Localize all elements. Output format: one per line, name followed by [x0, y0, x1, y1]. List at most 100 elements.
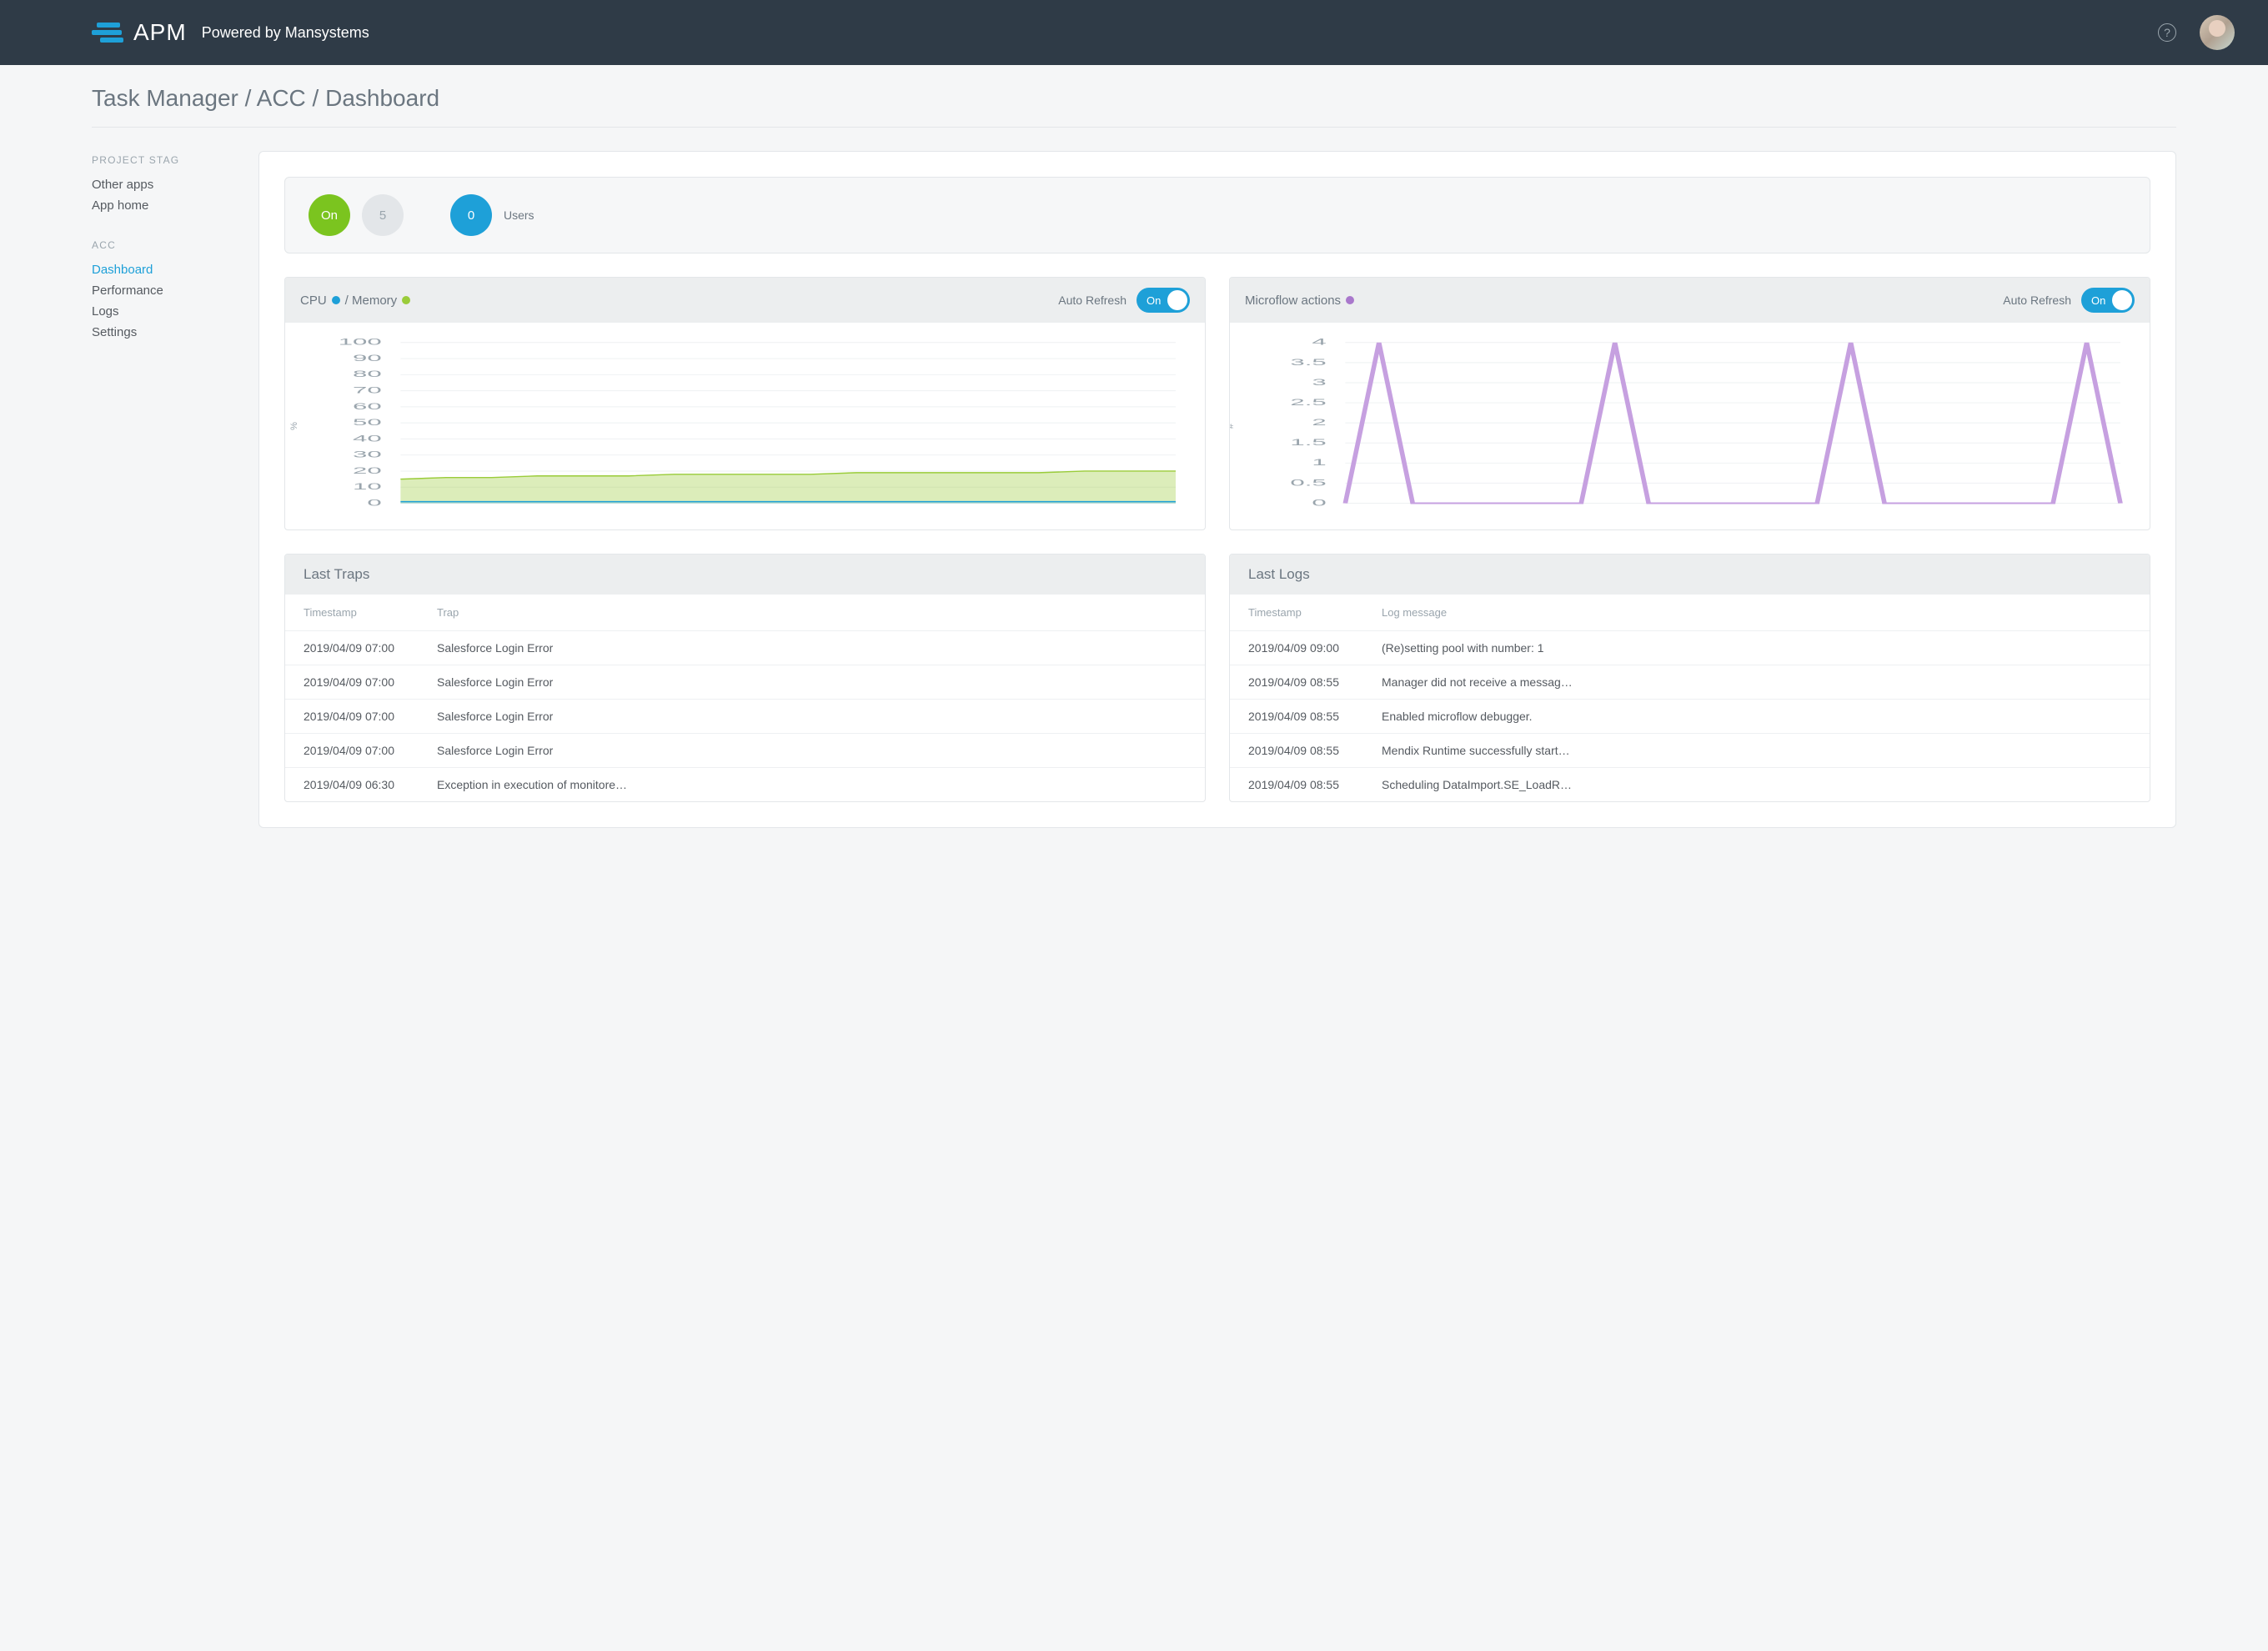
table-row[interactable]: 2019/04/09 07:00Salesforce Login Error [285, 734, 1205, 768]
microflow-chart: # 00.511.522.533.54 [1230, 323, 2150, 529]
cell-timestamp: 2019/04/09 07:00 [285, 631, 419, 665]
sidebar-item-app-home[interactable]: App home [92, 195, 225, 216]
toggle-knob-icon [2112, 290, 2132, 310]
cell-timestamp: 2019/04/09 08:55 [1230, 665, 1363, 700]
svg-text:2: 2 [1312, 417, 1326, 427]
svg-text:30: 30 [353, 449, 382, 459]
cell-timestamp: 2019/04/09 08:55 [1230, 700, 1363, 734]
svg-text:40: 40 [353, 434, 382, 444]
breadcrumb: Task Manager / ACC / Dashboard [92, 85, 2176, 128]
cell-timestamp: 2019/04/09 08:55 [1230, 734, 1363, 768]
auto-refresh-toggle[interactable]: On [1137, 288, 1190, 313]
auto-refresh-label: Auto Refresh [1058, 294, 1126, 307]
sidebar-section-title: ACC [92, 239, 225, 251]
last-logs-panel: Last Logs Timestamp Log message 2019/04/… [1229, 554, 2150, 802]
svg-text:60: 60 [353, 401, 382, 411]
table-row[interactable]: 2019/04/09 07:00Salesforce Login Error [285, 665, 1205, 700]
toggle-knob-icon [1167, 290, 1187, 310]
cell-message: Salesforce Login Error [419, 700, 1205, 734]
cell-message: Salesforce Login Error [419, 734, 1205, 768]
svg-text:3.5: 3.5 [1290, 357, 1326, 367]
microflow-dot-icon [1346, 296, 1354, 304]
svg-text:0: 0 [367, 498, 381, 508]
app-name: APM [133, 19, 187, 46]
table-row[interactable]: 2019/04/09 08:55Enabled microflow debugg… [1230, 700, 2150, 734]
column-header: Timestamp [285, 595, 419, 631]
column-header: Log message [1363, 595, 2150, 631]
sidebar-item-dashboard[interactable]: Dashboard [92, 259, 225, 280]
sidebar-item-settings[interactable]: Settings [92, 322, 225, 343]
sidebar-item-logs[interactable]: Logs [92, 301, 225, 322]
svg-text:1.5: 1.5 [1290, 438, 1326, 448]
cpu-label: CPU [300, 294, 327, 308]
sidebar-item-performance[interactable]: Performance [92, 280, 225, 301]
users-label: Users [504, 208, 534, 222]
status-count-badge: 5 [362, 194, 404, 236]
sidebar: PROJECT STAG Other appsApp home ACC Dash… [92, 151, 225, 828]
sidebar-item-other-apps[interactable]: Other apps [92, 174, 225, 195]
table-row[interactable]: 2019/04/09 08:55Manager did not receive … [1230, 665, 2150, 700]
cell-timestamp: 2019/04/09 08:55 [1230, 768, 1363, 802]
svg-text:70: 70 [353, 385, 382, 395]
y-axis-label: # [1229, 424, 1236, 429]
logo-icon [92, 23, 123, 43]
panel-title: Last Traps [285, 555, 1205, 595]
cpu-memory-chart: % 0 10 20 30 40 50 60 70 80 90 100 [285, 323, 1205, 529]
svg-text:20: 20 [353, 465, 382, 475]
svg-text:0.5: 0.5 [1290, 478, 1326, 488]
y-axis-label: % [289, 422, 299, 430]
cell-message: Salesforce Login Error [419, 665, 1205, 700]
table-row[interactable]: 2019/04/09 08:55Mendix Runtime successfu… [1230, 734, 2150, 768]
app-subtitle: Powered by Mansystems [202, 24, 369, 42]
svg-text:50: 50 [353, 417, 382, 427]
cell-message: Enabled microflow debugger. [1363, 700, 2150, 734]
users-count-badge: 0 [450, 194, 492, 236]
svg-text:90: 90 [353, 353, 382, 363]
svg-text:0: 0 [1312, 498, 1326, 508]
panel-title: Microflow actions [1245, 294, 1354, 308]
svg-text:80: 80 [353, 369, 382, 379]
column-header: Timestamp [1230, 595, 1363, 631]
status-on-badge[interactable]: On [309, 194, 350, 236]
logs-table: Timestamp Log message 2019/04/09 09:00(R… [1230, 595, 2150, 801]
svg-text:2.5: 2.5 [1290, 397, 1326, 407]
sidebar-section-title: PROJECT STAG [92, 154, 225, 166]
microflow-panel: Microflow actions Auto Refresh On # [1229, 277, 2150, 530]
cell-timestamp: 2019/04/09 07:00 [285, 665, 419, 700]
svg-text:1: 1 [1312, 458, 1326, 468]
avatar[interactable] [2200, 15, 2235, 50]
table-row[interactable]: 2019/04/09 09:00(Re)setting pool with nu… [1230, 631, 2150, 665]
cell-timestamp: 2019/04/09 09:00 [1230, 631, 1363, 665]
main-content: On 5 0 Users CPU / Memory Auto [258, 151, 2176, 828]
cell-timestamp: 2019/04/09 07:00 [285, 700, 419, 734]
microflow-label: Microflow actions [1245, 294, 1341, 308]
cell-message: Exception in execution of monitore… [419, 768, 1205, 802]
cell-timestamp: 2019/04/09 06:30 [285, 768, 419, 802]
header-logo[interactable]: APM Powered by Mansystems [92, 19, 369, 46]
table-row[interactable]: 2019/04/09 07:00Salesforce Login Error [285, 700, 1205, 734]
table-row[interactable]: 2019/04/09 08:55Scheduling DataImport.SE… [1230, 768, 2150, 802]
status-box: On 5 0 Users [284, 177, 2150, 253]
toggle-label: On [2091, 294, 2105, 307]
cell-message: Salesforce Login Error [419, 631, 1205, 665]
panel-title: Last Logs [1230, 555, 2150, 595]
auto-refresh-label: Auto Refresh [2003, 294, 2071, 307]
last-traps-panel: Last Traps Timestamp Trap 2019/04/09 07:… [284, 554, 1206, 802]
svg-text:100: 100 [339, 338, 382, 347]
cell-message: (Re)setting pool with number: 1 [1363, 631, 2150, 665]
toggle-label: On [1147, 294, 1161, 307]
traps-table: Timestamp Trap 2019/04/09 07:00Salesforc… [285, 595, 1205, 801]
cell-message: Manager did not receive a messag… [1363, 665, 2150, 700]
auto-refresh-toggle[interactable]: On [2081, 288, 2135, 313]
memory-label: / Memory [345, 294, 398, 308]
cpu-memory-panel: CPU / Memory Auto Refresh On [284, 277, 1206, 530]
table-row[interactable]: 2019/04/09 07:00Salesforce Login Error [285, 631, 1205, 665]
column-header: Trap [419, 595, 1205, 631]
table-row[interactable]: 2019/04/09 06:30Exception in execution o… [285, 768, 1205, 802]
help-icon[interactable]: ? [2158, 23, 2176, 42]
svg-text:10: 10 [353, 482, 382, 492]
app-header: APM Powered by Mansystems ? [0, 0, 2268, 65]
svg-text:3: 3 [1312, 377, 1326, 387]
panel-title: CPU / Memory [300, 294, 410, 308]
cell-message: Scheduling DataImport.SE_LoadR… [1363, 768, 2150, 802]
